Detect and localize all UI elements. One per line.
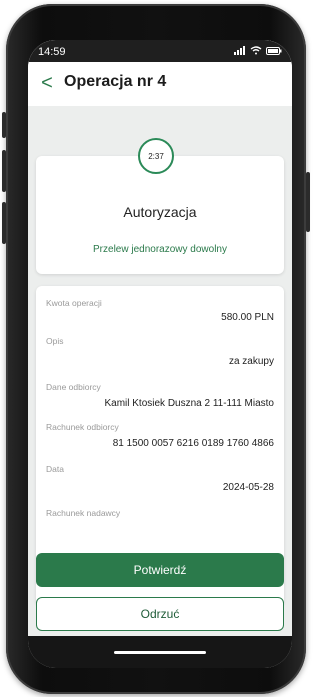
detail-value: 81 1500 0057 6216 0189 1760 4866 bbox=[112, 438, 274, 449]
phone-mockup: 14:59 < Operacja nr 4 Autoryzacja Przele… bbox=[0, 0, 315, 697]
countdown-timer: 2:37 bbox=[138, 138, 174, 174]
countdown-value: 2:37 bbox=[148, 151, 164, 161]
page-title: Operacja nr 4 bbox=[64, 73, 167, 90]
detail-label: Dane odbiorcy bbox=[46, 382, 101, 392]
back-button[interactable]: < bbox=[36, 72, 58, 94]
power-button bbox=[306, 172, 310, 232]
detail-label: Data bbox=[46, 464, 64, 474]
signal-icon bbox=[234, 46, 246, 58]
confirm-button[interactable]: Potwierdź bbox=[36, 553, 284, 587]
side-button bbox=[2, 112, 6, 138]
battery-icon bbox=[266, 46, 282, 58]
status-time: 14:59 bbox=[38, 46, 66, 58]
reject-label: Odrzuć bbox=[140, 607, 180, 621]
status-icons bbox=[234, 46, 282, 58]
detail-label: Rachunek nadawcy bbox=[46, 508, 121, 518]
detail-label: Opis bbox=[46, 336, 64, 346]
wifi-icon bbox=[250, 46, 262, 58]
volume-up-button bbox=[2, 150, 6, 192]
detail-label: Rachunek odbiorcy bbox=[46, 422, 119, 432]
authorization-card: Autoryzacja Przelew jednorazowy dowolny bbox=[36, 156, 284, 274]
reject-button[interactable]: Odrzuć bbox=[36, 597, 284, 631]
app-header: 14:59 < Operacja nr 4 bbox=[28, 40, 292, 106]
authorization-title: Autoryzacja bbox=[123, 204, 197, 220]
chevron-left-icon: < bbox=[41, 71, 53, 94]
detail-label: Kwota operacji bbox=[46, 298, 102, 308]
detail-value: Kamil Ktosiek Duszna 2 11-111 Miasto bbox=[104, 398, 274, 409]
status-bar: 14:59 bbox=[28, 40, 292, 62]
detail-value: 2024-05-28 bbox=[222, 482, 274, 493]
app-screen: 14:59 < Operacja nr 4 Autoryzacja Przele… bbox=[28, 40, 292, 668]
detail-value: za zakupy bbox=[228, 356, 274, 367]
home-indicator[interactable] bbox=[114, 651, 206, 654]
detail-value: 580.00 PLN bbox=[221, 312, 274, 323]
volume-down-button bbox=[2, 202, 6, 244]
confirm-label: Potwierdź bbox=[133, 563, 187, 577]
transfer-type: Przelew jednorazowy dowolny bbox=[93, 244, 227, 255]
